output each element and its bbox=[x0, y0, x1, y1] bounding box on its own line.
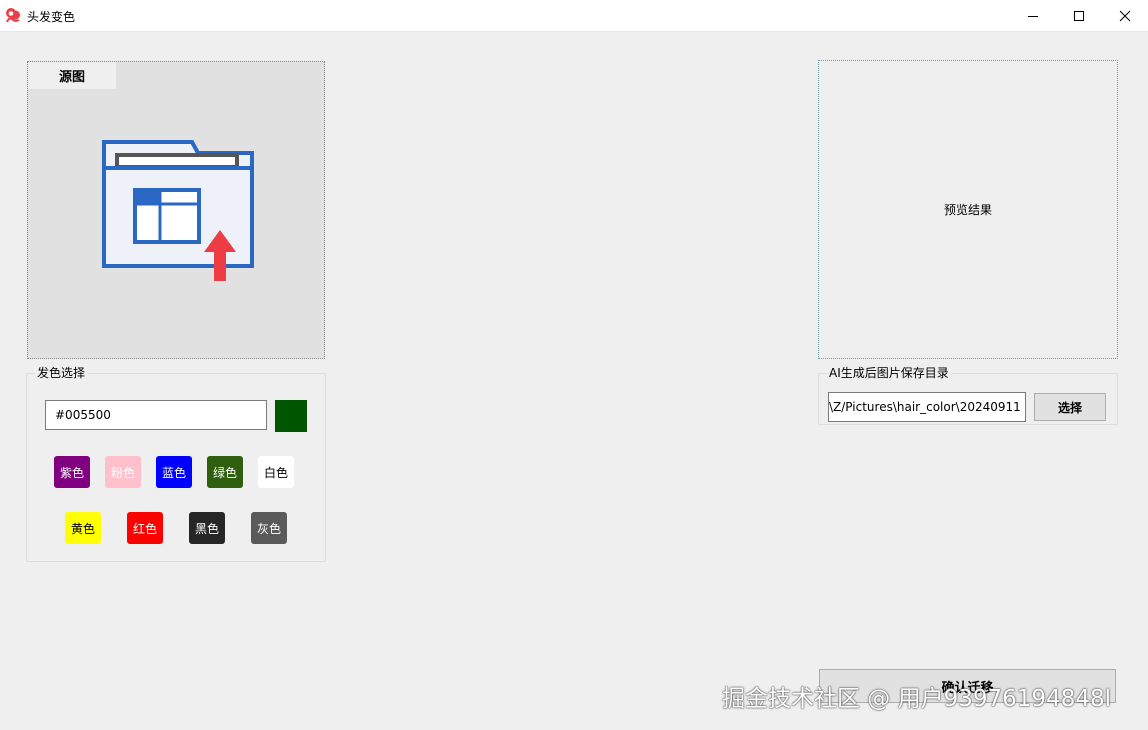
save-directory-group-label: AI生成后图片保存目录 bbox=[827, 366, 951, 380]
preset-color-button[interactable]: 粉色 bbox=[105, 456, 141, 488]
folder-upload-icon bbox=[102, 140, 254, 281]
preset-color-button[interactable]: 红色 bbox=[127, 512, 163, 544]
maximize-icon bbox=[1074, 10, 1084, 21]
color-preview-swatch[interactable] bbox=[275, 400, 307, 432]
save-path-value: \Z/Pictures\hair_color\20240911 bbox=[829, 400, 1021, 414]
preset-color-button[interactable]: 白色 bbox=[258, 456, 294, 488]
minimize-icon bbox=[1028, 15, 1038, 17]
minimize-button[interactable] bbox=[1010, 0, 1056, 31]
preset-color-button[interactable]: 蓝色 bbox=[156, 456, 192, 488]
choose-directory-button[interactable]: 选择 bbox=[1034, 393, 1106, 421]
close-icon bbox=[1119, 10, 1131, 21]
hair-icon bbox=[6, 8, 20, 23]
preset-color-button[interactable]: 黑色 bbox=[189, 512, 225, 544]
hair-color-group-label: 发色选择 bbox=[35, 366, 88, 380]
preset-color-button[interactable]: 绿色 bbox=[207, 456, 243, 488]
save-path-input[interactable]: \Z/Pictures\hair_color\20240911 bbox=[828, 392, 1026, 422]
maximize-button[interactable] bbox=[1056, 0, 1102, 31]
preview-result-area: 预览结果 bbox=[818, 60, 1118, 359]
preset-color-button[interactable]: 紫色 bbox=[54, 456, 90, 488]
hex-color-input[interactable]: #005500 bbox=[45, 400, 267, 430]
preview-result-label: 预览结果 bbox=[943, 203, 992, 217]
preset-color-button[interactable]: 黄色 bbox=[65, 512, 101, 544]
tab-source-image[interactable]: 源图 bbox=[28, 62, 116, 89]
preset-color-button[interactable]: 灰色 bbox=[251, 512, 287, 544]
title-bar: 头发变色 bbox=[0, 0, 1148, 32]
window-title: 头发变色 bbox=[27, 10, 76, 24]
close-button[interactable] bbox=[1102, 0, 1148, 31]
watermark-text: 掘金技术社区 @ 用户93976194848l bbox=[722, 686, 1111, 712]
